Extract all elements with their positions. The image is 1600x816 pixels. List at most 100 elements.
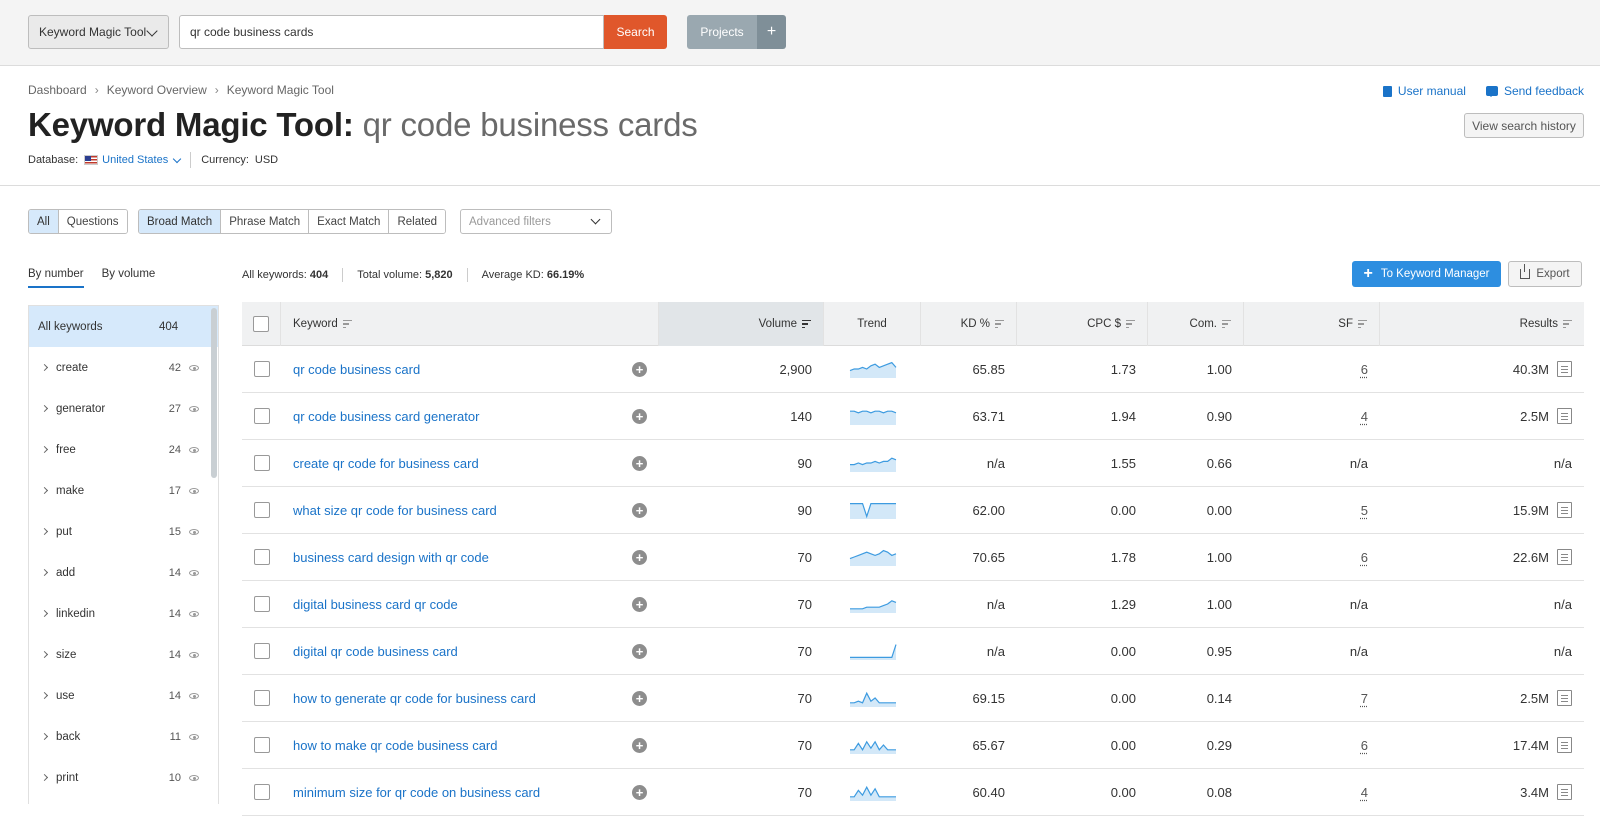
sidebar-item-print[interactable]: print 10 <box>29 757 218 798</box>
select-all-checkbox[interactable] <box>253 316 269 332</box>
breadcrumb-dashboard[interactable]: Dashboard <box>28 83 87 97</box>
sidebar-item-all-keywords[interactable]: All keywords 404 <box>29 306 218 347</box>
row-checkbox[interactable] <box>253 596 270 612</box>
to-keyword-manager-button[interactable]: + To Keyword Manager <box>1352 261 1501 287</box>
keyword-link[interactable]: how to generate qr code for business car… <box>293 691 536 706</box>
add-to-list-icon[interactable]: + <box>632 643 647 659</box>
sf-value[interactable]: 4 <box>1361 409 1368 424</box>
sf-value[interactable]: 6 <box>1361 738 1368 753</box>
keyword-link[interactable]: create qr code for business card <box>293 456 479 471</box>
add-to-list-icon[interactable]: + <box>632 784 647 800</box>
keyword-link[interactable]: qr code business card <box>293 362 420 377</box>
header-com[interactable]: Com. <box>1148 302 1244 346</box>
filter-related[interactable]: Related <box>389 210 446 233</box>
sidebar-item-put[interactable]: put 15 <box>29 511 218 552</box>
sf-value[interactable]: 7 <box>1361 691 1368 706</box>
serp-icon[interactable] <box>1557 549 1572 565</box>
sf-value[interactable]: 6 <box>1361 362 1368 377</box>
eye-icon[interactable] <box>189 487 199 494</box>
breadcrumb-keyword-overview[interactable]: Keyword Overview <box>107 83 207 97</box>
user-manual-link[interactable]: User manual <box>1382 84 1466 98</box>
add-to-list-icon[interactable]: + <box>632 361 647 377</box>
row-checkbox[interactable] <box>253 455 270 471</box>
sidebar-item-size[interactable]: size 14 <box>29 634 218 675</box>
keyword-link[interactable]: how to make qr code business card <box>293 738 498 753</box>
sf-value[interactable]: 5 <box>1361 503 1368 518</box>
eye-icon[interactable] <box>189 405 199 412</box>
send-feedback-link[interactable]: Send feedback <box>1485 84 1584 98</box>
serp-icon[interactable] <box>1557 690 1572 706</box>
keyword-link[interactable]: business card design with qr code <box>293 550 489 565</box>
serp-icon[interactable] <box>1557 502 1572 518</box>
row-checkbox[interactable] <box>253 690 270 706</box>
eye-icon[interactable] <box>189 528 199 535</box>
header-sf[interactable]: SF <box>1244 302 1380 346</box>
tool-select[interactable]: Keyword Magic Tool <box>28 15 169 49</box>
sidebar-item-create[interactable]: create 42 <box>29 347 218 388</box>
row-checkbox[interactable] <box>253 737 270 753</box>
search-input[interactable]: qr code business cards <box>179 15 604 49</box>
filter-all[interactable]: All <box>29 210 59 233</box>
eye-icon[interactable] <box>189 364 199 371</box>
eye-icon[interactable] <box>189 610 199 617</box>
keyword-link[interactable]: what size qr code for business card <box>293 503 497 518</box>
sf-value[interactable]: 6 <box>1361 550 1368 565</box>
row-checkbox[interactable] <box>253 408 270 424</box>
serp-icon[interactable] <box>1557 784 1572 800</box>
projects-button[interactable]: Projects <box>687 15 757 49</box>
add-to-list-icon[interactable]: + <box>632 549 647 565</box>
tab-by-number[interactable]: By number <box>28 268 84 288</box>
export-button[interactable]: Export <box>1508 261 1582 287</box>
sidebar-item-generator[interactable]: generator 27 <box>29 388 218 429</box>
tab-by-volume[interactable]: By volume <box>102 268 156 288</box>
table-row: create qr code for business card +90 n/a 1.… <box>242 440 1584 487</box>
header-cpc[interactable]: CPC $ <box>1017 302 1148 346</box>
row-checkbox[interactable] <box>253 643 270 659</box>
serp-icon[interactable] <box>1557 408 1572 424</box>
sf-value[interactable]: 4 <box>1361 785 1368 800</box>
database-select[interactable]: United States <box>84 154 182 166</box>
filter-broad-match[interactable]: Broad Match <box>139 210 222 233</box>
eye-icon[interactable] <box>189 569 199 576</box>
serp-icon[interactable] <box>1557 737 1572 753</box>
add-to-list-icon[interactable]: + <box>632 408 647 424</box>
keyword-link[interactable]: digital qr code business card <box>293 644 458 659</box>
eye-icon[interactable] <box>189 651 199 658</box>
row-checkbox[interactable] <box>253 502 270 518</box>
row-checkbox[interactable] <box>253 549 270 565</box>
sidebar-item-use[interactable]: use 14 <box>29 675 218 716</box>
add-to-list-icon[interactable]: + <box>632 596 647 612</box>
eye-icon[interactable] <box>189 446 199 453</box>
row-checkbox[interactable] <box>253 361 270 377</box>
eye-icon[interactable] <box>189 692 199 699</box>
add-to-list-icon[interactable]: + <box>632 455 647 471</box>
sidebar-item-free[interactable]: free 24 <box>29 429 218 470</box>
header-keyword[interactable]: Keyword <box>281 302 659 346</box>
eye-icon[interactable] <box>189 733 199 740</box>
keyword-link[interactable]: qr code business card generator <box>293 409 479 424</box>
header-results[interactable]: Results <box>1380 302 1584 346</box>
search-button[interactable]: Search <box>604 15 667 49</box>
view-search-history-button[interactable]: View search history <box>1464 113 1584 138</box>
cpc-value: 1.29 <box>1110 596 1136 612</box>
keyword-link[interactable]: digital business card qr code <box>293 597 458 612</box>
keyword-link[interactable]: minimum size for qr code on business car… <box>293 785 540 800</box>
sidebar-scrollbar[interactable] <box>211 308 217 478</box>
add-project-button[interactable]: + <box>757 15 786 49</box>
filter-phrase-match[interactable]: Phrase Match <box>221 210 310 233</box>
add-to-list-icon[interactable]: + <box>632 737 647 753</box>
filter-exact-match[interactable]: Exact Match <box>309 210 390 233</box>
eye-icon[interactable] <box>189 774 199 781</box>
header-kd[interactable]: KD % <box>921 302 1017 346</box>
filter-questions[interactable]: Questions <box>58 210 127 233</box>
header-volume[interactable]: Volume <box>659 302 824 346</box>
advanced-filters-select[interactable]: Advanced filters <box>460 209 612 234</box>
add-to-list-icon[interactable]: + <box>632 690 647 706</box>
sidebar-item-make[interactable]: make 17 <box>29 470 218 511</box>
sidebar-item-linkedin[interactable]: linkedin 14 <box>29 593 218 634</box>
sidebar-item-back[interactable]: back 11 <box>29 716 218 757</box>
row-checkbox[interactable] <box>253 784 270 800</box>
add-to-list-icon[interactable]: + <box>632 502 647 518</box>
sidebar-item-add[interactable]: add 14 <box>29 552 218 593</box>
serp-icon[interactable] <box>1557 361 1572 377</box>
